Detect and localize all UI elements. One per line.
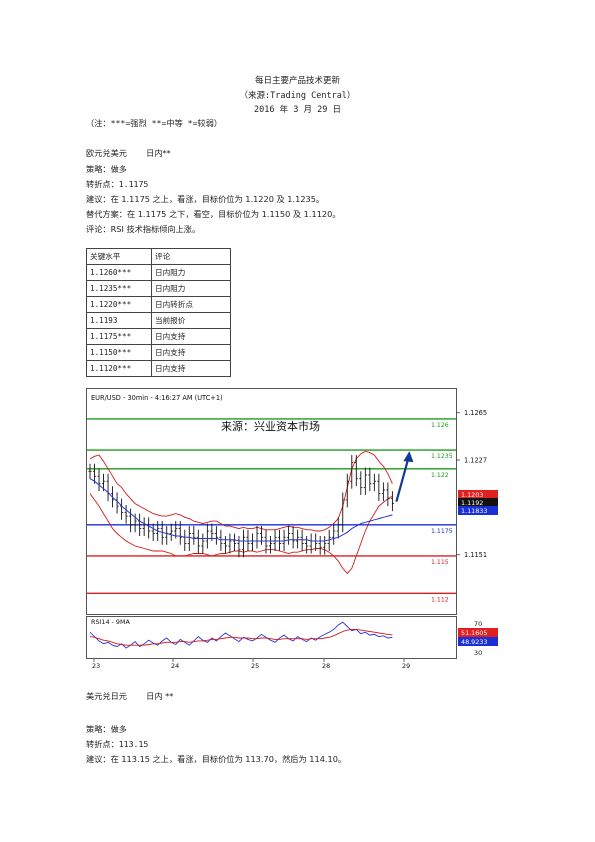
y-tick-label: 1.1227 [464, 457, 487, 465]
level-value: 1.1175*** [86, 328, 152, 345]
rsi-plot-frame [86, 616, 457, 659]
eurusd-heading: 欧元兑美元 日内** [86, 147, 171, 159]
table-header-cell: 关键水平 [86, 248, 152, 265]
price-tag-label: 1.11833 [461, 507, 487, 515]
usdjpy-strategy: 策略：做多 [86, 724, 127, 734]
eurusd-pivot: 转折点：1.1175 [86, 179, 149, 189]
price-tag-label: 1.1192 [461, 499, 483, 507]
level-comment: 当前报价 [151, 312, 231, 329]
chart-title: EUR/USD - 30min - 4:16:27 AM (UTC+1) [91, 394, 223, 402]
level-label: 1.126 [431, 422, 449, 429]
level-value: 1.1193 [86, 312, 152, 329]
level-label: 1.112 [431, 596, 449, 603]
x-tick-label: 29 [402, 662, 410, 670]
rsi-tick-label: 70 [474, 620, 482, 628]
source-line: （来源:Trading Central） [239, 91, 356, 101]
rsi-tag-label: 48.9233 [461, 638, 487, 646]
level-comment: 日内支持 [151, 328, 231, 345]
level-value: 1.1235*** [86, 280, 152, 297]
x-axis: 23 24 25 28 29 [92, 659, 410, 670]
rsi-tick-label: 30 [474, 649, 482, 657]
level-comment: 日内阻力 [151, 280, 231, 297]
x-tick-label: 25 [251, 662, 259, 670]
level-label: 1.115 [431, 559, 449, 566]
chart-svg: EUR/USD - 30min - 4:16:27 AM (UTC+1) 来源：… [86, 388, 498, 670]
eurusd-strategy: 策略：做多 [86, 164, 127, 174]
level-label: 1.1175 [431, 528, 453, 535]
x-tick-label: 28 [322, 662, 330, 670]
page-title: 每日主要产品技术更新 [254, 76, 340, 86]
table-row: 1.1120*** 日内支持 [86, 360, 231, 377]
chart-watermark: 来源：兴业资本市场 [221, 419, 320, 433]
table-row: 1.1193 当前报价 [86, 312, 231, 329]
level-comment: 日内转折点 [151, 296, 231, 313]
eurusd-advice: 建议：在 1.1175 之上，看涨，目标价位为 1.1220 及 1.1235。 [86, 194, 325, 204]
rating-note: （注：***=强烈 **=中等 *=较弱） [86, 118, 223, 128]
level-label: 1.1235 [431, 453, 453, 460]
key-levels-table: 关键水平 评论 1.1260*** 日内阻力 1.1235*** 日内阻力 1.… [86, 248, 231, 377]
table-row: 1.1235*** 日内阻力 [86, 280, 231, 297]
usdjpy-advice: 建议：在 113.15 之上，看涨，目标价位为 113.70，然后为 114.1… [86, 754, 347, 764]
rsi-label: RSI14 - 9MA [91, 618, 130, 626]
level-comment: 日内阻力 [151, 264, 231, 281]
x-tick-label: 23 [92, 662, 100, 670]
eurusd-pair: 欧元兑美元 [86, 148, 127, 158]
usdjpy-term: 日内 ** [146, 691, 174, 701]
table-row: 1.1175*** 日内支持 [86, 328, 231, 345]
level-label: 1.122 [431, 472, 449, 479]
table-row: 1.1150*** 日内支持 [86, 344, 231, 361]
eurusd-term: 日内** [146, 148, 171, 158]
table-row: 1.1220*** 日内转折点 [86, 296, 231, 313]
eurusd-comment: 评论：RSI 技术指标倾向上涨。 [86, 224, 201, 234]
report-date: 2016 年 3 月 29 日 [254, 105, 341, 115]
usdjpy-heading: 美元兑日元 日内 ** [86, 690, 173, 702]
level-value: 1.1260*** [86, 264, 152, 281]
price-tags: 1.12031.11921.11833 [458, 490, 498, 515]
eurusd-alternative: 替代方案：在 1.1175 之下，看空，目标价位为 1.1150 及 1.112… [86, 209, 341, 219]
usdjpy-pair: 美元兑日元 [86, 691, 127, 701]
y-axis: 1.1265 1.1227 1.1151 [456, 409, 487, 559]
price-tag-label: 1.1203 [461, 491, 483, 499]
level-comment: 日内支持 [151, 360, 231, 377]
y-tick-label: 1.1151 [464, 551, 487, 559]
y-tick-label: 1.1265 [464, 409, 487, 417]
level-comment: 日内支持 [151, 344, 231, 361]
level-value: 1.1150*** [86, 344, 152, 361]
usdjpy-pivot: 转折点：113.15 [86, 739, 149, 749]
x-tick-label: 24 [171, 662, 179, 670]
table-header-cell: 评论 [151, 248, 231, 265]
table-header-row: 关键水平 评论 [86, 248, 231, 265]
rsi-tag-label: 51.1605 [461, 629, 487, 637]
level-value: 1.1220*** [86, 296, 152, 313]
level-value: 1.1120*** [86, 360, 152, 377]
table-row: 1.1260*** 日内阻力 [86, 264, 231, 281]
eurusd-chart: EUR/USD - 30min - 4:16:27 AM (UTC+1) 来源：… [86, 388, 503, 671]
